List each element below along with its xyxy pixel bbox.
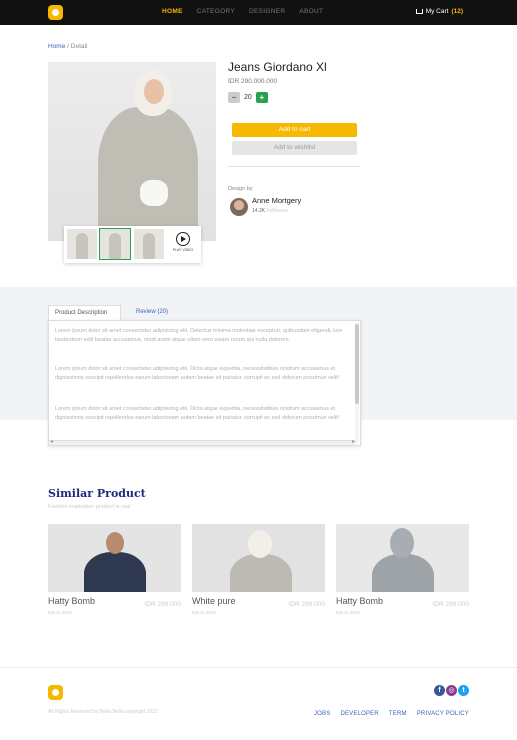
designer-avatar[interactable] (230, 198, 248, 216)
divider (228, 166, 360, 167)
similar-products-subtitle: Fashion inspiration product is real (48, 504, 131, 510)
model-head-shape (106, 532, 124, 554)
footer-logo[interactable] (48, 685, 63, 700)
breadcrumb: Home / Detail (48, 43, 87, 50)
nav-item-category[interactable]: CATEGORY (197, 8, 235, 15)
instagram-icon[interactable]: ◎ (446, 685, 457, 696)
add-to-wishlist-button[interactable]: Add to wishlist (232, 141, 357, 155)
top-navbar: HOME CATEGORY DESIGNER ABOUT My Cart (12… (0, 0, 517, 25)
social-links: f ◎ t (434, 685, 469, 696)
product-card[interactable]: Hatty Bomb IDR 299.000 March 2016 (48, 524, 181, 616)
horizontal-scrollbar[interactable] (49, 438, 356, 445)
thumbnail-bar: PLAY VIDEO (64, 226, 201, 263)
model-body-shape (372, 554, 434, 592)
tab-review[interactable]: Review (20) (136, 309, 168, 315)
vertical-scrollbar-thumb[interactable] (355, 324, 359, 404)
quantity-increase-button[interactable]: + (255, 92, 268, 103)
cart-label: My Cart (425, 8, 449, 15)
thumbnail-3[interactable] (134, 229, 164, 259)
play-icon (176, 232, 190, 246)
model-body-shape (84, 552, 146, 592)
footer-link-developer[interactable]: DEVELOPER (340, 711, 378, 717)
model-belt-shape (140, 180, 168, 206)
product-card-image (192, 524, 325, 592)
brand-logo[interactable] (48, 5, 63, 20)
product-card-price: IDR 299.000 (144, 601, 182, 608)
shopping-cart-icon (415, 9, 423, 14)
model-body-shape (98, 107, 198, 241)
description-paragraph-2: Lorem ipsum dolor sit amet consectetur a… (55, 366, 340, 381)
copyright-text: All Rights Reserved by Bella Bella copyr… (48, 709, 158, 715)
product-card-image (48, 524, 181, 592)
quantity-stepper: − 20 + (228, 92, 268, 103)
add-to-cart-button[interactable]: Add to cart (232, 123, 357, 137)
breadcrumb-home[interactable]: Home (48, 43, 65, 50)
product-card-price: IDR 299.000 (432, 601, 470, 608)
product-card-name: White pure (192, 596, 236, 606)
product-card-image (336, 524, 469, 592)
nav-menu: HOME CATEGORY DESIGNER ABOUT (162, 8, 323, 15)
product-price: IDR 290.000.000 (228, 78, 278, 85)
quantity-value[interactable]: 20 (244, 94, 252, 101)
thumbnail-1[interactable] (67, 229, 97, 259)
similar-products-heading: Similar Product (48, 487, 146, 500)
model-hijab-shape (248, 530, 272, 558)
footer-links: JOBS DEVELOPER TERM PRIVACY POLICY (314, 711, 469, 717)
cart-link[interactable]: My Cart (12) (415, 8, 463, 15)
description-paragraph-3: Lorem ipsum dolor sit amet consectetur a… (55, 406, 340, 421)
product-card[interactable]: White pure IDR 299.000 March 2016 (192, 524, 325, 616)
followers-count: 14.2K (252, 208, 266, 214)
play-video-label: PLAY VIDEO (172, 248, 194, 252)
play-video-button[interactable]: PLAY VIDEO (168, 229, 198, 259)
footer-divider (0, 667, 517, 668)
product-card-name: Hatty Bomb (336, 596, 384, 606)
nav-item-about[interactable]: ABOUT (299, 8, 323, 15)
product-title: Jeans Giordano Xl (228, 60, 327, 74)
facebook-icon[interactable]: f (434, 685, 445, 696)
model-face-shape (144, 79, 164, 104)
product-card-price: IDR 299.000 (288, 601, 326, 608)
nav-item-designer[interactable]: DESIGNER (249, 8, 285, 15)
model-body-shape (230, 554, 292, 592)
breadcrumb-current: Detail (70, 43, 88, 50)
footer-link-privacy-policy[interactable]: PRIVACY POLICY (417, 711, 469, 717)
thumbnail-2[interactable] (99, 228, 131, 260)
twitter-icon[interactable]: t (458, 685, 469, 696)
design-by-label: Design by (228, 186, 253, 192)
model-hijab-shape (390, 528, 414, 558)
tab-product-description[interactable]: Product Description (48, 305, 121, 320)
nav-item-home[interactable]: HOME (162, 8, 183, 15)
product-card-date: March 2016 (192, 610, 216, 615)
followers-label: Followers (266, 208, 288, 214)
product-card-date: March 2016 (48, 610, 72, 615)
cart-count: (12) (451, 8, 463, 15)
designer-followers: 14.2K Followers (252, 208, 288, 214)
product-main-image (48, 62, 216, 241)
footer-link-term[interactable]: TERM (389, 711, 407, 717)
product-card-name: Hatty Bomb (48, 596, 96, 606)
product-card[interactable]: Hatty Bomb IDR 299.000 March 2016 (336, 524, 469, 616)
product-card-date: March 2016 (336, 610, 360, 615)
designer-name[interactable]: Anne Mortgery (252, 196, 301, 205)
footer-link-jobs[interactable]: JOBS (314, 711, 330, 717)
quantity-decrease-button[interactable]: − (228, 92, 240, 103)
description-panel[interactable]: Lorem ipsum dolor sit amet consectetur a… (48, 320, 361, 446)
description-paragraph-1: Lorem ipsum dolor sit amet consectetur a… (55, 328, 343, 343)
